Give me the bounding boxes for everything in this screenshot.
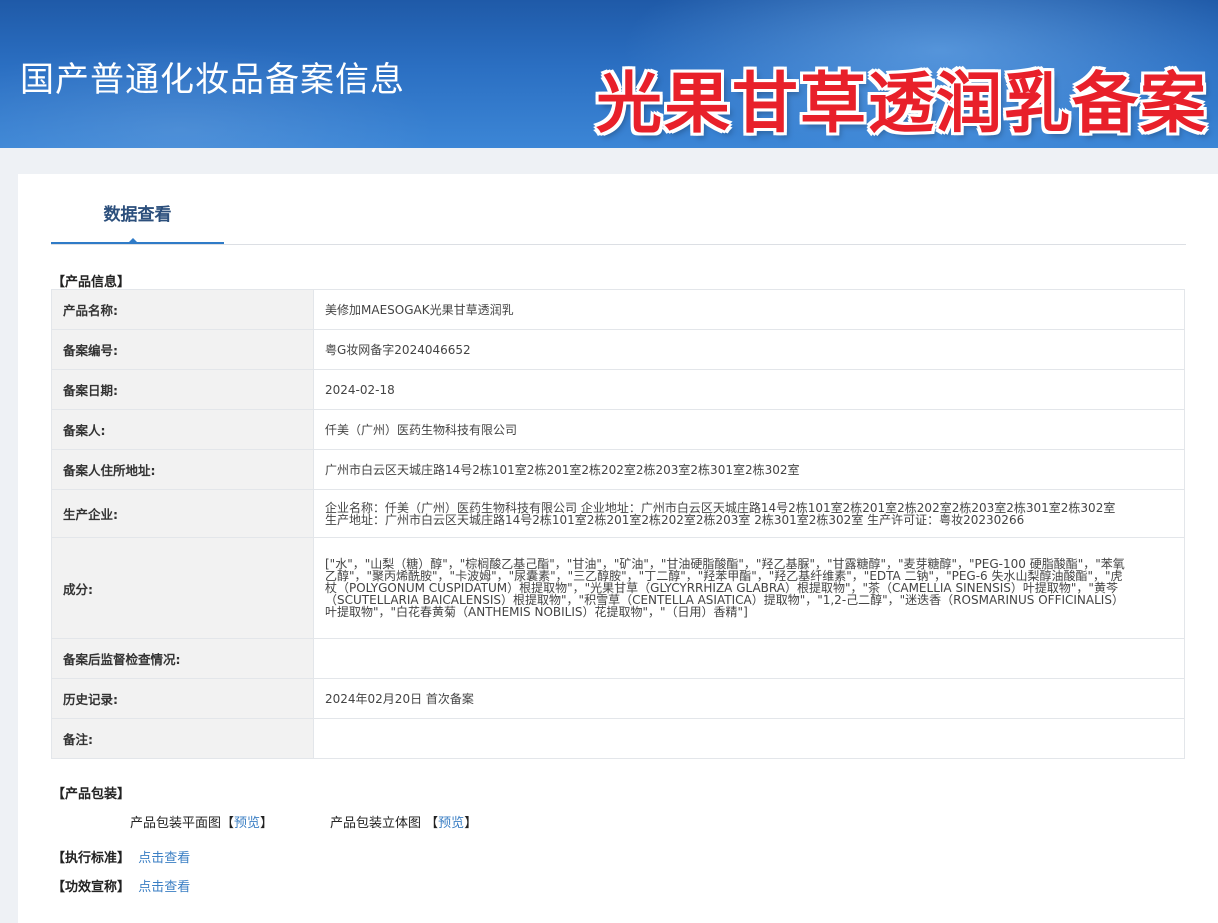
row-value: 广州市白云区天城庄路14号2栋101室2栋201室2栋202室2栋203室2栋3… — [313, 449, 1185, 490]
page-header: 国产普通化妆品备案信息 光果甘草透润乳备案 — [0, 0, 1218, 148]
product-info-section-title: 【产品信息】 — [52, 275, 131, 290]
row-label: 备注: — [51, 718, 314, 759]
standard-label: 【执行标准】 — [52, 851, 131, 866]
row-value: 2024-02-18 — [313, 369, 1185, 410]
package-flat-preview-link[interactable]: 预览 — [234, 816, 260, 831]
bracket: 】 — [464, 816, 478, 831]
row-label: 成分: — [51, 537, 314, 639]
standard-row: 【执行标准】 点击查看 — [52, 847, 190, 866]
row-label: 备案人住所地址: — [51, 449, 314, 490]
table-row: 生产企业: 企业名称：仟美（广州）医药生物科技有限公司 企业地址：广州市白云区天… — [51, 489, 1185, 538]
table-row: 历史记录: 2024年02月20日 首次备案 — [51, 678, 1185, 719]
row-value — [313, 718, 1185, 759]
bracket: 】 — [260, 816, 274, 831]
table-row: 备案后监督检查情况: — [51, 638, 1185, 679]
row-label: 生产企业: — [51, 489, 314, 538]
row-label: 产品名称: — [51, 289, 314, 330]
row-label: 历史记录: — [51, 678, 314, 719]
tab-bar: 数据查看 — [51, 200, 1186, 245]
package-flat-label: 产品包装平面图 — [130, 816, 222, 831]
table-row: 备案日期: 2024-02-18 — [51, 369, 1185, 410]
package-flat-item: 产品包装平面图【预览】 — [130, 812, 273, 831]
efficacy-view-link[interactable]: 点击查看 — [138, 880, 190, 895]
package-solid-preview-link[interactable]: 预览 — [438, 816, 464, 831]
overlay-banner-text: 光果甘草透润乳备案 — [596, 65, 1208, 142]
standard-view-link[interactable]: 点击查看 — [138, 851, 190, 866]
content-panel: 数据查看 【产品信息】 产品名称: 美修加MAESOGAK光果甘草透润乳 备案编… — [18, 174, 1218, 923]
package-solid-item: 产品包装立体图 【预览】 — [330, 812, 477, 831]
row-label: 备案人: — [51, 409, 314, 450]
package-solid-label: 产品包装立体图 — [330, 816, 422, 831]
row-value: 仟美（广州）医药生物科技有限公司 — [313, 409, 1185, 450]
efficacy-row: 【功效宣称】 点击查看 — [52, 876, 190, 895]
tab-caret-icon — [127, 238, 139, 244]
row-value: 企业名称：仟美（广州）医药生物科技有限公司 企业地址：广州市白云区天城庄路14号… — [313, 489, 1185, 538]
packaging-section-title: 【产品包装】 — [52, 787, 131, 802]
tab-data-view[interactable]: 数据查看 — [51, 200, 224, 244]
row-value: 美修加MAESOGAK光果甘草透润乳 — [313, 289, 1185, 330]
row-value — [313, 638, 1185, 679]
row-label: 备案后监督检查情况: — [51, 638, 314, 679]
bracket: 【 — [221, 816, 235, 831]
efficacy-label: 【功效宣称】 — [52, 880, 131, 895]
site-title: 国产普通化妆品备案信息 — [20, 60, 405, 100]
row-label: 备案日期: — [51, 369, 314, 410]
tab-label: 数据查看 — [103, 205, 172, 225]
table-row: 备注: — [51, 718, 1185, 759]
row-value: 粤G妆网备字2024046652 — [313, 329, 1185, 370]
row-value: 2024年02月20日 首次备案 — [313, 678, 1185, 719]
row-value-ingredients: ["水"，"山梨（糖）醇"，"棕榈酸乙基己酯"，"甘油"，"矿油"，"甘油硬脂酸… — [313, 537, 1185, 639]
product-info-table: 产品名称: 美修加MAESOGAK光果甘草透润乳 备案编号: 粤G妆网备字202… — [51, 289, 1185, 759]
row-label: 备案编号: — [51, 329, 314, 370]
table-row: 备案编号: 粤G妆网备字2024046652 — [51, 329, 1185, 370]
table-row: 产品名称: 美修加MAESOGAK光果甘草透润乳 — [51, 289, 1185, 330]
table-row: 备案人住所地址: 广州市白云区天城庄路14号2栋101室2栋201室2栋202室… — [51, 449, 1185, 490]
table-row: 成分: ["水"，"山梨（糖）醇"，"棕榈酸乙基己酯"，"甘油"，"矿油"，"甘… — [51, 537, 1185, 639]
table-row: 备案人: 仟美（广州）医药生物科技有限公司 — [51, 409, 1185, 450]
bracket: 【 — [425, 816, 439, 831]
